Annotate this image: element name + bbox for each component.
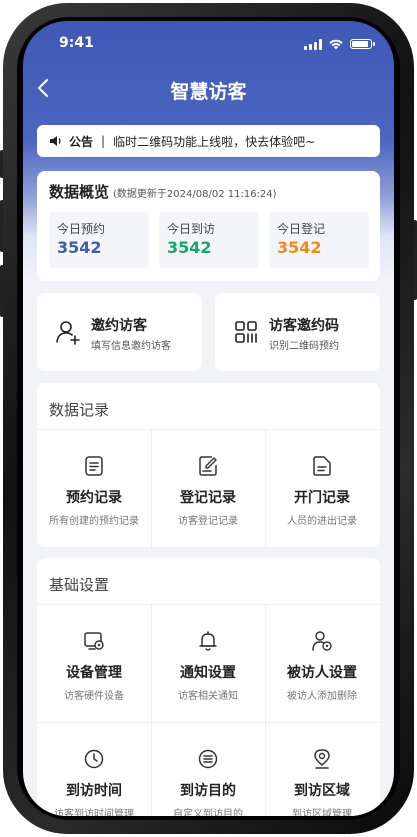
visit-purpose-item[interactable]: 到访目的 自定义到访目的	[151, 748, 265, 816]
device-management-item[interactable]: 设备管理 访客硬件设备	[37, 630, 151, 702]
wifi-icon	[329, 39, 343, 50]
edit-document-icon	[199, 456, 217, 476]
host-settings-item[interactable]: 被访人设置 被访人添加删除	[265, 630, 379, 702]
visit-time-item[interactable]: 到访时间 访客到访时间管理	[37, 748, 151, 816]
file-icon	[313, 456, 331, 476]
stat-today-registrations[interactable]: 今日登记 3542	[269, 212, 369, 268]
navigation-bar: 智慧访客	[23, 71, 394, 107]
device-settings-icon	[84, 632, 104, 650]
clock-icon	[84, 749, 104, 769]
page-title: 智慧访客	[170, 81, 247, 103]
bell-icon	[199, 631, 217, 651]
stat-label: 今日登记	[277, 222, 326, 236]
announcement-label: 公告	[69, 134, 94, 149]
grid-item-subtitle: 访客相关通知	[178, 691, 238, 702]
list-circle-icon	[198, 749, 218, 769]
data-overview-card: 数据概览 (数据更新于2024/08/02 11:16:24) 今日预约 3542…	[37, 171, 380, 281]
grid-item-title: 到访区域	[294, 783, 350, 799]
basic-settings-section: 基础设置 设备管理 访客硬件设备 通知设置 访客相关通知 被访人设置 被访人添加…	[37, 558, 380, 816]
grid-item-subtitle: 人员的进出记录	[287, 516, 357, 527]
phone-device: 9:41 智慧访客 公告 | 临时二维码功能上线啦，快去体验吧~ 数据概览 (数…	[0, 0, 417, 837]
cellular-signal-icon	[304, 38, 322, 50]
grid-item-subtitle: 所有创建的预约记录	[49, 516, 139, 527]
appointment-records-item[interactable]: 预约记录 所有创建的预约记录	[37, 455, 151, 527]
location-pin-icon	[314, 749, 330, 769]
grid-item-subtitle: 自定义到访目的	[173, 809, 243, 816]
stat-label: 今日到访	[167, 222, 216, 236]
announcement-separator: |	[101, 134, 106, 148]
grid-item-subtitle: 到访区域管理	[292, 809, 352, 816]
grid-item-subtitle: 访客硬件设备	[64, 691, 124, 702]
user-settings-icon	[312, 631, 332, 651]
speaker-icon	[50, 136, 61, 146]
announcement-bar[interactable]: 公告 | 临时二维码功能上线啦，快去体验吧~	[37, 125, 380, 157]
overview-title-text: 数据概览	[49, 183, 110, 201]
quick-action-subtitle: 识别二维码预约	[269, 341, 339, 352]
status-bar: 9:41	[23, 35, 394, 55]
list-document-icon	[85, 456, 103, 476]
stat-label: 今日预约	[57, 222, 106, 236]
visit-area-item[interactable]: 到访区域 到访区域管理	[265, 748, 379, 816]
quick-action-title: 访客邀约码	[269, 318, 339, 334]
invite-visitor-button[interactable]: 邀约访客 填写信息邀约访客	[37, 293, 202, 371]
battery-icon	[350, 39, 375, 49]
grid-item-title: 被访人设置	[287, 665, 357, 681]
stat-today-appointments[interactable]: 今日预约 3542	[49, 212, 149, 268]
stat-value: 3542	[277, 238, 322, 257]
grid-item-subtitle: 被访人添加删除	[287, 691, 357, 702]
quick-action-title: 邀约访客	[91, 318, 147, 334]
notification-settings-item[interactable]: 通知设置 访客相关通知	[151, 630, 265, 702]
stat-value: 3542	[167, 238, 212, 257]
visitor-invite-code-button[interactable]: 访客邀约码 识别二维码预约	[215, 293, 380, 371]
quick-action-subtitle: 填写信息邀约访客	[91, 341, 171, 352]
grid-item-subtitle: 访客到访时间管理	[54, 809, 134, 816]
grid-item-title: 到访时间	[66, 783, 122, 799]
grid-item-subtitle: 访客登记记录	[178, 516, 238, 527]
stat-today-visits[interactable]: 今日到访 3542	[159, 212, 259, 268]
status-time: 9:41	[59, 35, 94, 51]
overview-title: 数据概览 (数据更新于2024/08/02 11:16:24)	[49, 181, 277, 202]
grid-item-title: 到访目的	[180, 783, 236, 799]
overview-update-time: (数据更新于2024/08/02 11:16:24)	[113, 189, 277, 200]
grid-item-title: 登记记录	[180, 490, 236, 506]
add-user-icon	[56, 321, 80, 345]
grid-item-title: 设备管理	[66, 665, 122, 681]
qr-code-icon	[235, 321, 257, 343]
data-records-section: 数据记录 预约记录 所有创建的预约记录 登记记录 访客登记记录 开门记录 人员的…	[37, 383, 380, 547]
registration-records-item[interactable]: 登记记录 访客登记记录	[151, 455, 265, 527]
section-title: 数据记录	[49, 401, 110, 419]
stat-value: 3542	[57, 238, 102, 257]
app-screen: 9:41 智慧访客 公告 | 临时二维码功能上线啦，快去体验吧~ 数据概览 (数…	[23, 21, 394, 816]
door-records-item[interactable]: 开门记录 人员的进出记录	[265, 455, 379, 527]
announcement-text: 临时二维码功能上线啦，快去体验吧~	[113, 134, 316, 149]
grid-item-title: 通知设置	[180, 665, 236, 681]
grid-item-title: 预约记录	[66, 490, 122, 506]
grid-item-title: 开门记录	[294, 490, 350, 506]
section-title: 基础设置	[49, 576, 110, 594]
